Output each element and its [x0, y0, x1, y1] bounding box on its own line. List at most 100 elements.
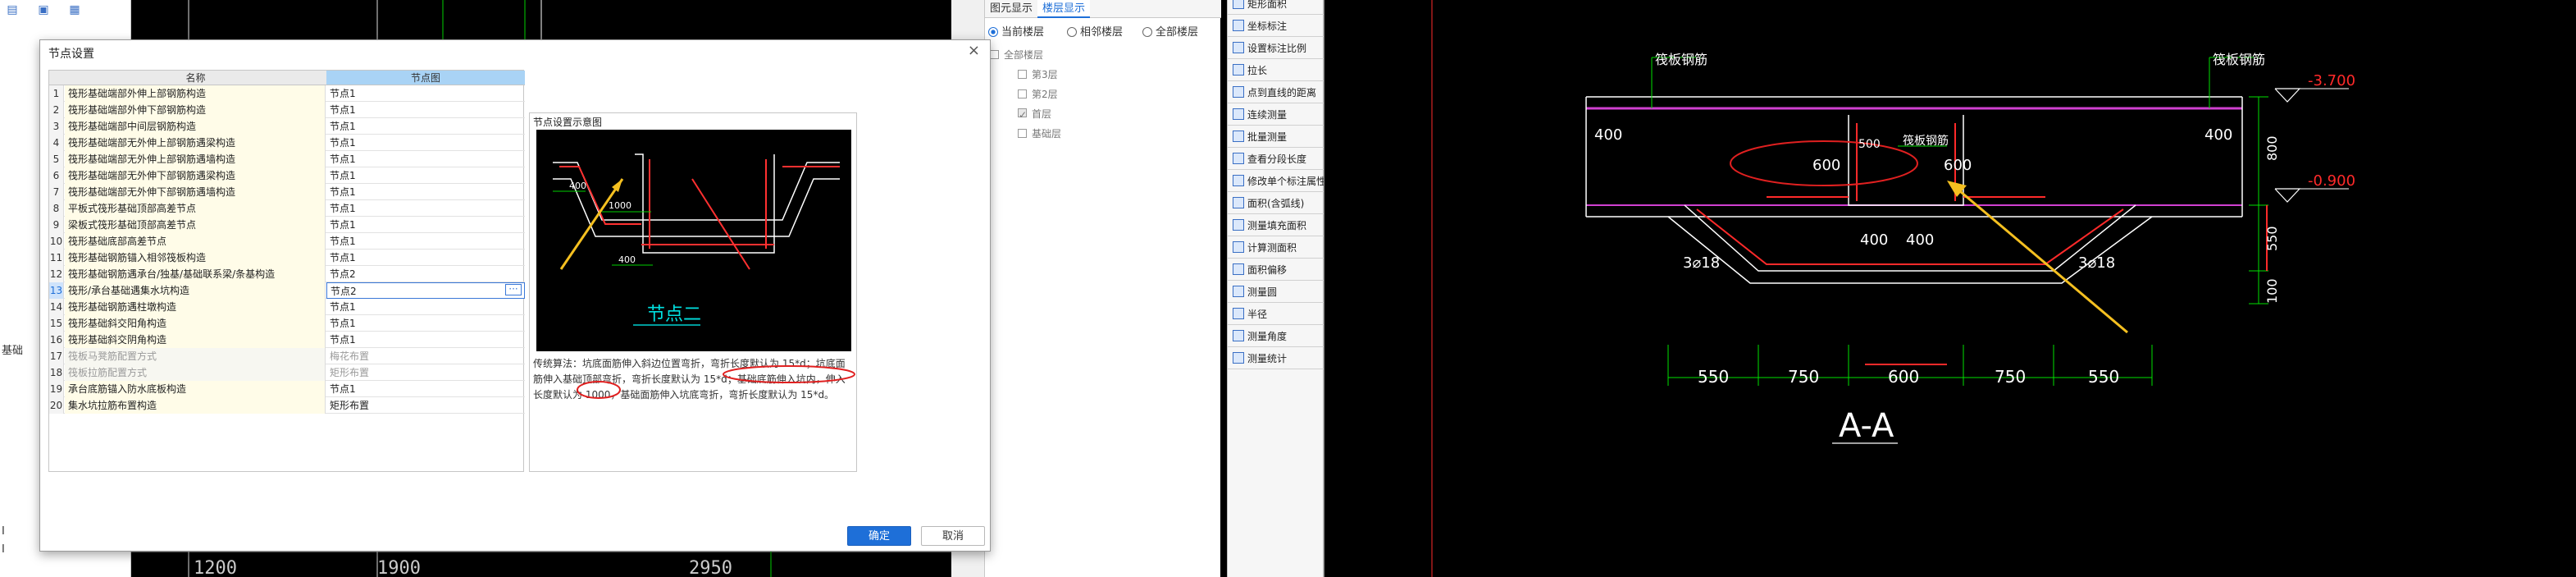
table-row[interactable]: 11 筏形基础钢筋锚入相邻筏板构造 节点1 [49, 250, 525, 266]
table-row[interactable]: 8 平板式筏形基础顶部高差节点 节点1 [49, 200, 525, 217]
table-row[interactable]: 13 筏形/承台基础遇集水坑构造 节点2 ··· [49, 282, 525, 299]
table-row[interactable]: 20 集水坑拉筋布置构造 矩形布置 [49, 397, 525, 414]
tab-element-display[interactable]: 图元显示 [985, 0, 1037, 18]
row-node-value[interactable]: 矩形布置 [326, 397, 525, 414]
row-name: 筏形基础端部中间层钢筋构造 [65, 118, 326, 135]
cad-drawing: 筏板钢筋 筏板钢筋 筏板钢筋 -3.700 -0.900 400 400 600… [1323, 0, 2355, 577]
tab-floor-display[interactable]: 楼层显示 [1037, 0, 1091, 18]
tool-label: 面积(含弧线) [1247, 198, 1305, 209]
tool-item[interactable]: 点到直线的距离 [1228, 82, 1324, 103]
row-node-value[interactable]: 节点1 [326, 315, 525, 332]
row-node-value[interactable]: 节点1 [326, 332, 525, 348]
row-node-value[interactable]: 节点1 [326, 381, 525, 397]
tool-icon [1233, 153, 1244, 164]
cad-hdim-1: 550 [1698, 367, 1729, 387]
tool-item[interactable]: 设置标注比例 [1228, 38, 1324, 59]
cad-section-view[interactable]: 筏板钢筋 筏板钢筋 筏板钢筋 -3.700 -0.900 400 400 600… [1323, 0, 2576, 577]
tool-item[interactable]: 坐标标注 [1228, 16, 1324, 37]
table-row[interactable]: 3 筏形基础端部中间层钢筋构造 节点1 [49, 118, 525, 135]
tool-item[interactable]: 测量圆 [1228, 282, 1324, 303]
row-name: 筏形基础端部无外伸上部钢筋遇梁构造 [65, 135, 326, 151]
row-node-value[interactable]: 节点1 [326, 200, 525, 217]
table-row[interactable]: 1 筏形基础端部外伸上部钢筋构造 节点1 [49, 85, 525, 102]
tool-item[interactable]: 面积(含弧线) [1228, 193, 1324, 214]
table-row[interactable]: 18 筏板拉筋配置方式 矩形布置 [49, 364, 525, 381]
tool-item[interactable]: 拉长 [1228, 60, 1324, 81]
tool-item[interactable]: 半径 [1228, 304, 1324, 325]
row-node-value[interactable]: 节点1 [326, 250, 525, 266]
table-row[interactable]: 10 筏形基础底部高差节点 节点1 [49, 233, 525, 250]
tool-label: 计算测面积 [1247, 242, 1297, 254]
table-row[interactable]: 17 筏板马凳筋配置方式 梅花布置 [49, 348, 525, 364]
tool-item[interactable]: 测量角度 [1228, 326, 1324, 347]
row-node-value[interactable]: 节点1 [326, 233, 525, 250]
side-label-i2: I [2, 543, 5, 556]
tool-item[interactable]: 查看分段长度 [1228, 149, 1324, 170]
table-row[interactable]: 12 筏形基础钢筋遇承台/独基/基础联系梁/条基构造 节点2 [49, 266, 525, 282]
table-row[interactable]: 7 筏形基础端部无外伸下部钢筋遇墙构造 节点1 [49, 184, 525, 200]
dialog-title: 节点设置 [48, 48, 94, 61]
tool-label: 测量圆 [1247, 286, 1278, 298]
row-name: 筏形基础钢筋遇承台/独基/基础联系梁/条基构造 [65, 266, 326, 282]
tree-floor-2[interactable]: 第2层 [1018, 87, 1058, 101]
tool-item[interactable]: 修改单个标注属性 [1228, 171, 1324, 192]
ok-button[interactable]: 确定 [847, 526, 911, 546]
tool-icon [1233, 175, 1244, 186]
layer-icon[interactable]: ▦ [66, 3, 84, 20]
row-node-value[interactable]: 节点1 [326, 102, 525, 118]
row-node-value[interactable]: 节点1 [326, 167, 525, 184]
table-row[interactable]: 19 承台底筋锚入防水底板构造 节点1 [49, 381, 525, 397]
row-name: 筏形基础斜交阴角构造 [65, 332, 326, 348]
table-row[interactable]: 2 筏形基础端部外伸下部钢筋构造 节点1 [49, 102, 525, 118]
radio-current-floor[interactable]: 当前楼层 [988, 23, 1044, 39]
row-name: 筏板拉筋配置方式 [65, 364, 326, 381]
tool-label: 点到直线的距离 [1247, 87, 1317, 98]
tool-item[interactable]: 批量测量 [1228, 126, 1324, 148]
tree-all-floors[interactable]: 全部楼层 [990, 48, 1043, 62]
row-node-value[interactable]: 节点1 [326, 217, 525, 233]
row-node-value[interactable]: 节点2 [326, 266, 525, 282]
tool-item[interactable]: 矩形面积 [1228, 0, 1324, 15]
row-node-value[interactable]: 节点1 [326, 151, 525, 167]
radio-adjacent-floor[interactable]: 相邻楼层 [1067, 23, 1123, 39]
side-label-base: 基础 [2, 345, 24, 357]
tool-item[interactable]: 连续测量 [1228, 104, 1324, 126]
row-node-value[interactable]: 节点1 [326, 118, 525, 135]
row-node-value[interactable]: 节点1 [326, 135, 525, 151]
tool-item[interactable]: 面积偏移 [1228, 259, 1324, 281]
tree-floor-3[interactable]: 第3层 [1018, 67, 1058, 81]
cad-rebar-right: 3⌀18 [2078, 254, 2115, 272]
tool-label: 修改单个标注属性 [1247, 176, 1324, 187]
row-name: 筏形基础钢筋遇柱墩构造 [65, 299, 326, 315]
radio-all-floors[interactable]: 全部楼层 [1142, 23, 1198, 39]
row-number: 4 [49, 135, 64, 151]
file-icon[interactable]: ▤ [3, 3, 21, 20]
tree-floor-1[interactable]: ✓ 首层 [1018, 107, 1051, 121]
row-node-value[interactable]: 节点2 [326, 282, 525, 299]
row-node-value[interactable]: 节点1 [326, 299, 525, 315]
cancel-button[interactable]: 取消 [921, 526, 985, 546]
row-node-value[interactable]: 梅花布置 [326, 348, 525, 364]
row-node-value[interactable]: 矩形布置 [326, 364, 525, 381]
cad-hdim-5: 550 [2088, 367, 2119, 387]
table-row[interactable]: 4 筏形基础端部无外伸上部钢筋遇梁构造 节点1 [49, 135, 525, 151]
ellipsis-button[interactable]: ··· [505, 284, 522, 295]
table-row[interactable]: 15 筏形基础斜交阳角构造 节点1 [49, 315, 525, 332]
table-row[interactable]: 16 筏形基础斜交阴角构造 节点1 [49, 332, 525, 348]
table-row[interactable]: 6 筏形基础端部无外伸下部钢筋遇梁构造 节点1 [49, 167, 525, 184]
table-header-num [49, 71, 65, 85]
table-row[interactable]: 14 筏形基础钢筋遇柱墩构造 节点1 [49, 299, 525, 315]
save-icon[interactable]: ▣ [34, 3, 52, 20]
row-number: 18 [49, 364, 64, 381]
tool-item[interactable]: 计算测面积 [1228, 237, 1324, 259]
cad-vdim-550: 550 [2264, 226, 2280, 251]
row-node-value[interactable]: 节点1 [326, 184, 525, 200]
close-icon[interactable]: × [968, 42, 980, 59]
tree-base-floor[interactable]: 基础层 [1018, 126, 1061, 140]
tool-item[interactable]: 测量统计 [1228, 348, 1324, 369]
tool-item[interactable]: 测量填充面积 [1228, 215, 1324, 236]
table-row[interactable]: 5 筏形基础端部无外伸上部钢筋遇墙构造 节点1 [49, 151, 525, 167]
row-node-value[interactable]: 节点1 [326, 85, 525, 102]
node-settings-table: 名称 节点图 1 筏形基础端部外伸上部钢筋构造 节点1 2 筏形基础端部外伸下部钢筋构造… [48, 70, 525, 472]
table-row[interactable]: 9 梁板式筏形基础顶部高差节点 节点1 [49, 217, 525, 233]
